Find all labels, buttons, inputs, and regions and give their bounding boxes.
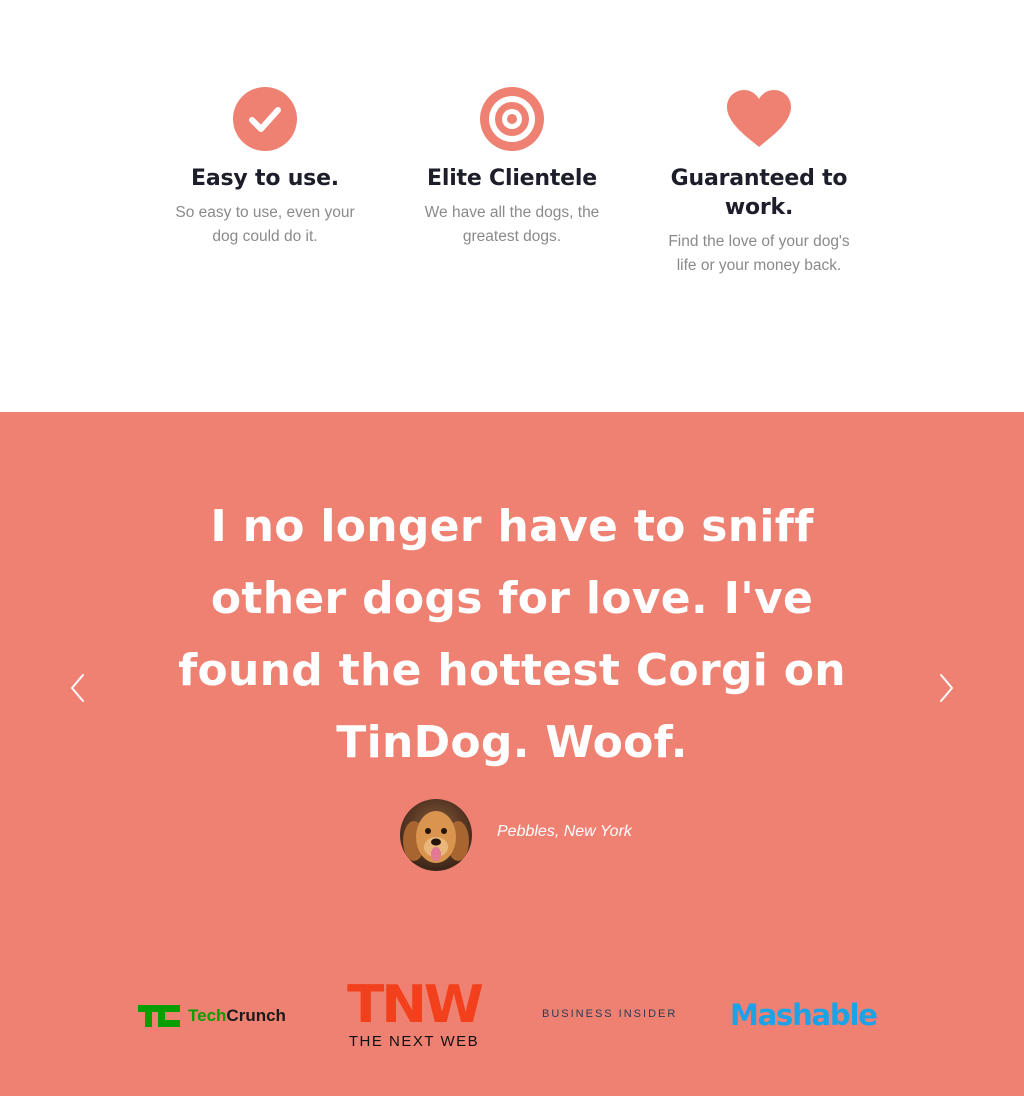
carousel-next-button[interactable] — [932, 670, 962, 706]
chevron-right-icon — [940, 674, 953, 702]
feature-title: Easy to use. — [191, 166, 339, 191]
business-insider-logo: BUSINESS INSIDER — [542, 1008, 678, 1020]
testimonial-author: Pebbles, New York — [497, 823, 632, 840]
press-logos: TechCrunch TNW THE NEXT WEB BUSINESS INS… — [0, 978, 1024, 1058]
avatar — [400, 799, 472, 871]
check-circle-icon — [160, 86, 370, 152]
tnw-logo: TNW THE NEXT WEB — [334, 979, 494, 1050]
feature-easy: Easy to use. So easy to use, even your d… — [160, 86, 370, 249]
feature-text: So easy to use, even your dog could do i… — [175, 204, 355, 245]
feature-title: Elite Clientele — [427, 166, 597, 191]
feature-text: We have all the dogs, the greatest dogs. — [424, 204, 600, 245]
bullseye-icon — [407, 86, 617, 152]
techcrunch-wordmark: TechCrunch — [188, 1006, 286, 1026]
techcrunch-logo: TechCrunch — [138, 1005, 286, 1027]
feature-elite: Elite Clientele We have all the dogs, th… — [407, 86, 617, 249]
feature-text: Find the love of your dog's life or your… — [668, 233, 850, 274]
feature-guaranteed: Guaranteed to work. Find the love of you… — [654, 86, 864, 278]
techcrunch-word-b: Crunch — [226, 1006, 286, 1025]
techcrunch-word-a: Tech — [188, 1006, 227, 1025]
chevron-left-icon — [71, 674, 84, 702]
heart-icon — [654, 86, 864, 152]
techcrunch-mark — [138, 1005, 180, 1027]
dog-photo — [400, 799, 472, 871]
testimonial-quote: I no longer have to sniff other dogs for… — [178, 501, 846, 768]
testimonial-section: I no longer have to sniff other dogs for… — [0, 412, 1024, 1096]
features-section: Easy to use. So easy to use, even your d… — [0, 0, 1024, 412]
feature-title: Guaranteed to work. — [670, 166, 848, 220]
tnw-mark: TNW — [347, 975, 484, 1035]
carousel-prev-button[interactable] — [62, 670, 92, 706]
tnw-caption: THE NEXT WEB — [348, 1033, 480, 1050]
mashable-logo: Mashable — [730, 998, 878, 1032]
